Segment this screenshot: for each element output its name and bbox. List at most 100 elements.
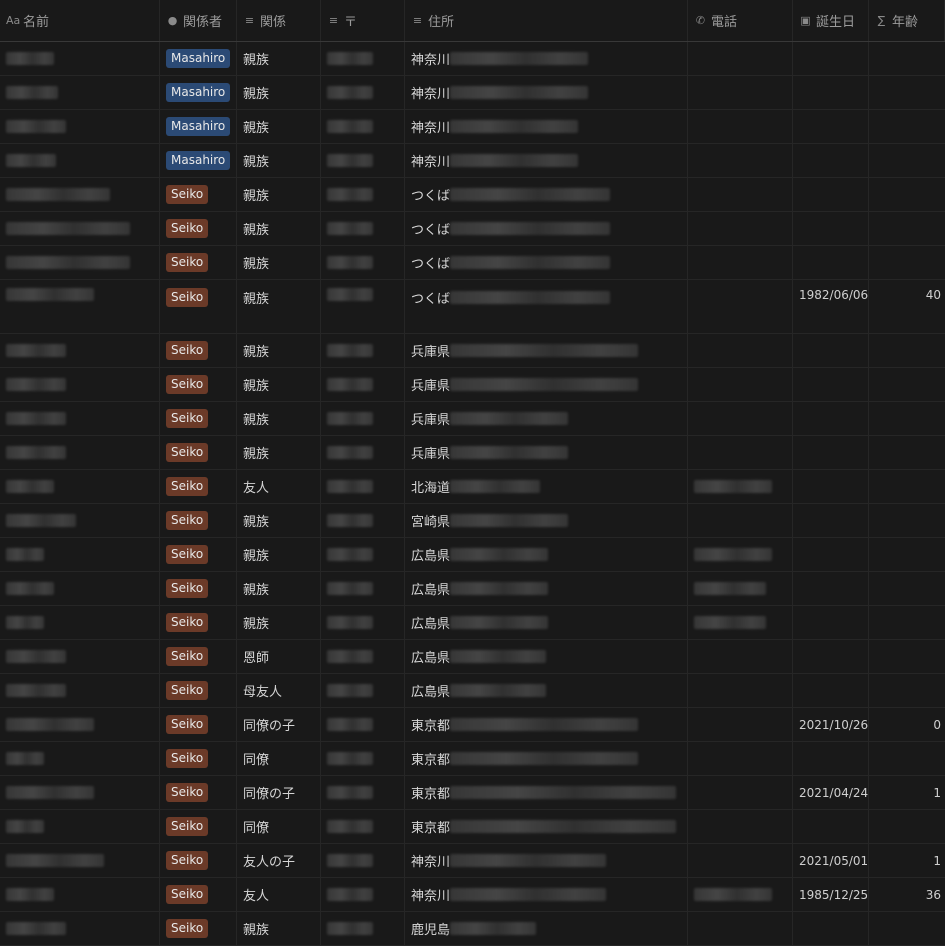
age-cell[interactable] xyxy=(869,246,945,279)
address-cell[interactable]: 兵庫県 xyxy=(405,402,688,435)
relation-cell[interactable]: 親族 xyxy=(237,178,321,211)
birthday-cell[interactable] xyxy=(793,606,869,639)
table-row[interactable]: Seiko 親族 つくば 1982/06/06 40 xyxy=(0,280,945,334)
address-cell[interactable]: 鹿児島 xyxy=(405,912,688,945)
phone-cell[interactable] xyxy=(688,606,793,639)
relation-cell[interactable]: 同僚 xyxy=(237,742,321,775)
relation-cell[interactable]: 同僚 xyxy=(237,810,321,843)
name-cell[interactable] xyxy=(0,708,160,741)
related-cell[interactable]: Seiko xyxy=(160,402,237,435)
table-row[interactable]: Seiko 友人 神奈川 1985/12/25 36 xyxy=(0,878,945,912)
age-cell[interactable] xyxy=(869,742,945,775)
zip-cell[interactable] xyxy=(321,878,405,911)
zip-cell[interactable] xyxy=(321,776,405,809)
related-cell[interactable]: Masahiro xyxy=(160,42,237,75)
phone-cell[interactable] xyxy=(688,334,793,367)
phone-cell[interactable] xyxy=(688,572,793,605)
phone-cell[interactable] xyxy=(688,402,793,435)
age-cell[interactable] xyxy=(869,76,945,109)
address-cell[interactable]: 神奈川 xyxy=(405,76,688,109)
birthday-cell[interactable] xyxy=(793,76,869,109)
address-cell[interactable]: つくば xyxy=(405,280,688,333)
zip-cell[interactable] xyxy=(321,334,405,367)
related-cell[interactable]: Seiko xyxy=(160,810,237,843)
phone-cell[interactable] xyxy=(688,368,793,401)
column-header-zip[interactable]: ≡ 〒 xyxy=(321,0,405,41)
age-cell[interactable]: 36 xyxy=(869,878,945,911)
phone-cell[interactable] xyxy=(688,538,793,571)
birthday-cell[interactable] xyxy=(793,110,869,143)
relation-cell[interactable]: 親族 xyxy=(237,110,321,143)
address-cell[interactable]: 東京都 xyxy=(405,810,688,843)
name-cell[interactable] xyxy=(0,878,160,911)
age-cell[interactable] xyxy=(869,368,945,401)
zip-cell[interactable] xyxy=(321,912,405,945)
column-header-age[interactable]: ∑ 年齢 xyxy=(869,0,945,41)
table-row[interactable]: Seiko 親族 つくば xyxy=(0,246,945,280)
relation-cell[interactable]: 親族 xyxy=(237,76,321,109)
address-cell[interactable]: 広島県 xyxy=(405,538,688,571)
related-cell[interactable]: Seiko xyxy=(160,640,237,673)
relation-cell[interactable]: 親族 xyxy=(237,572,321,605)
phone-cell[interactable] xyxy=(688,212,793,245)
age-cell[interactable] xyxy=(869,606,945,639)
name-cell[interactable] xyxy=(0,334,160,367)
address-cell[interactable]: 東京都 xyxy=(405,708,688,741)
relation-cell[interactable]: 親族 xyxy=(237,144,321,177)
birthday-cell[interactable] xyxy=(793,178,869,211)
related-cell[interactable]: Seiko xyxy=(160,246,237,279)
zip-cell[interactable] xyxy=(321,144,405,177)
phone-cell[interactable] xyxy=(688,144,793,177)
address-cell[interactable]: 広島県 xyxy=(405,572,688,605)
table-row[interactable]: Seiko 同僚 東京都 xyxy=(0,742,945,776)
table-row[interactable]: Masahiro 親族 神奈川 xyxy=(0,144,945,178)
address-cell[interactable]: つくば xyxy=(405,178,688,211)
related-cell[interactable]: Seiko xyxy=(160,368,237,401)
age-cell[interactable] xyxy=(869,810,945,843)
name-cell[interactable] xyxy=(0,572,160,605)
age-cell[interactable] xyxy=(869,538,945,571)
birthday-cell[interactable] xyxy=(793,334,869,367)
address-cell[interactable]: 兵庫県 xyxy=(405,334,688,367)
birthday-cell[interactable] xyxy=(793,212,869,245)
related-cell[interactable]: Seiko xyxy=(160,912,237,945)
table-row[interactable]: Seiko 親族 広島県 xyxy=(0,606,945,640)
zip-cell[interactable] xyxy=(321,470,405,503)
table-row[interactable]: Seiko 親族 つくば xyxy=(0,178,945,212)
address-cell[interactable]: 東京都 xyxy=(405,776,688,809)
age-cell[interactable] xyxy=(869,178,945,211)
age-cell[interactable] xyxy=(869,110,945,143)
related-cell[interactable]: Seiko xyxy=(160,844,237,877)
phone-cell[interactable] xyxy=(688,776,793,809)
zip-cell[interactable] xyxy=(321,606,405,639)
column-header-related[interactable]: ● 関係者 xyxy=(160,0,237,41)
phone-cell[interactable] xyxy=(688,436,793,469)
birthday-cell[interactable]: 1982/06/06 xyxy=(793,280,869,333)
birthday-cell[interactable] xyxy=(793,144,869,177)
address-cell[interactable]: 広島県 xyxy=(405,640,688,673)
address-cell[interactable]: 宮崎県 xyxy=(405,504,688,537)
birthday-cell[interactable] xyxy=(793,742,869,775)
name-cell[interactable] xyxy=(0,538,160,571)
name-cell[interactable] xyxy=(0,776,160,809)
phone-cell[interactable] xyxy=(688,280,793,333)
address-cell[interactable]: つくば xyxy=(405,246,688,279)
related-cell[interactable]: Seiko xyxy=(160,334,237,367)
table-row[interactable]: Seiko 友人 北海道 xyxy=(0,470,945,504)
birthday-cell[interactable] xyxy=(793,42,869,75)
name-cell[interactable] xyxy=(0,212,160,245)
phone-cell[interactable] xyxy=(688,178,793,211)
zip-cell[interactable] xyxy=(321,674,405,707)
relation-cell[interactable]: 親族 xyxy=(237,280,321,333)
relation-cell[interactable]: 親族 xyxy=(237,402,321,435)
related-cell[interactable]: Masahiro xyxy=(160,110,237,143)
age-cell[interactable] xyxy=(869,212,945,245)
column-header-birthday[interactable]: ▣ 誕生日 xyxy=(793,0,869,41)
table-row[interactable]: Seiko 親族 兵庫県 xyxy=(0,368,945,402)
age-cell[interactable] xyxy=(869,470,945,503)
birthday-cell[interactable] xyxy=(793,572,869,605)
phone-cell[interactable] xyxy=(688,246,793,279)
related-cell[interactable]: Seiko xyxy=(160,708,237,741)
address-cell[interactable]: 兵庫県 xyxy=(405,368,688,401)
relation-cell[interactable]: 親族 xyxy=(237,246,321,279)
